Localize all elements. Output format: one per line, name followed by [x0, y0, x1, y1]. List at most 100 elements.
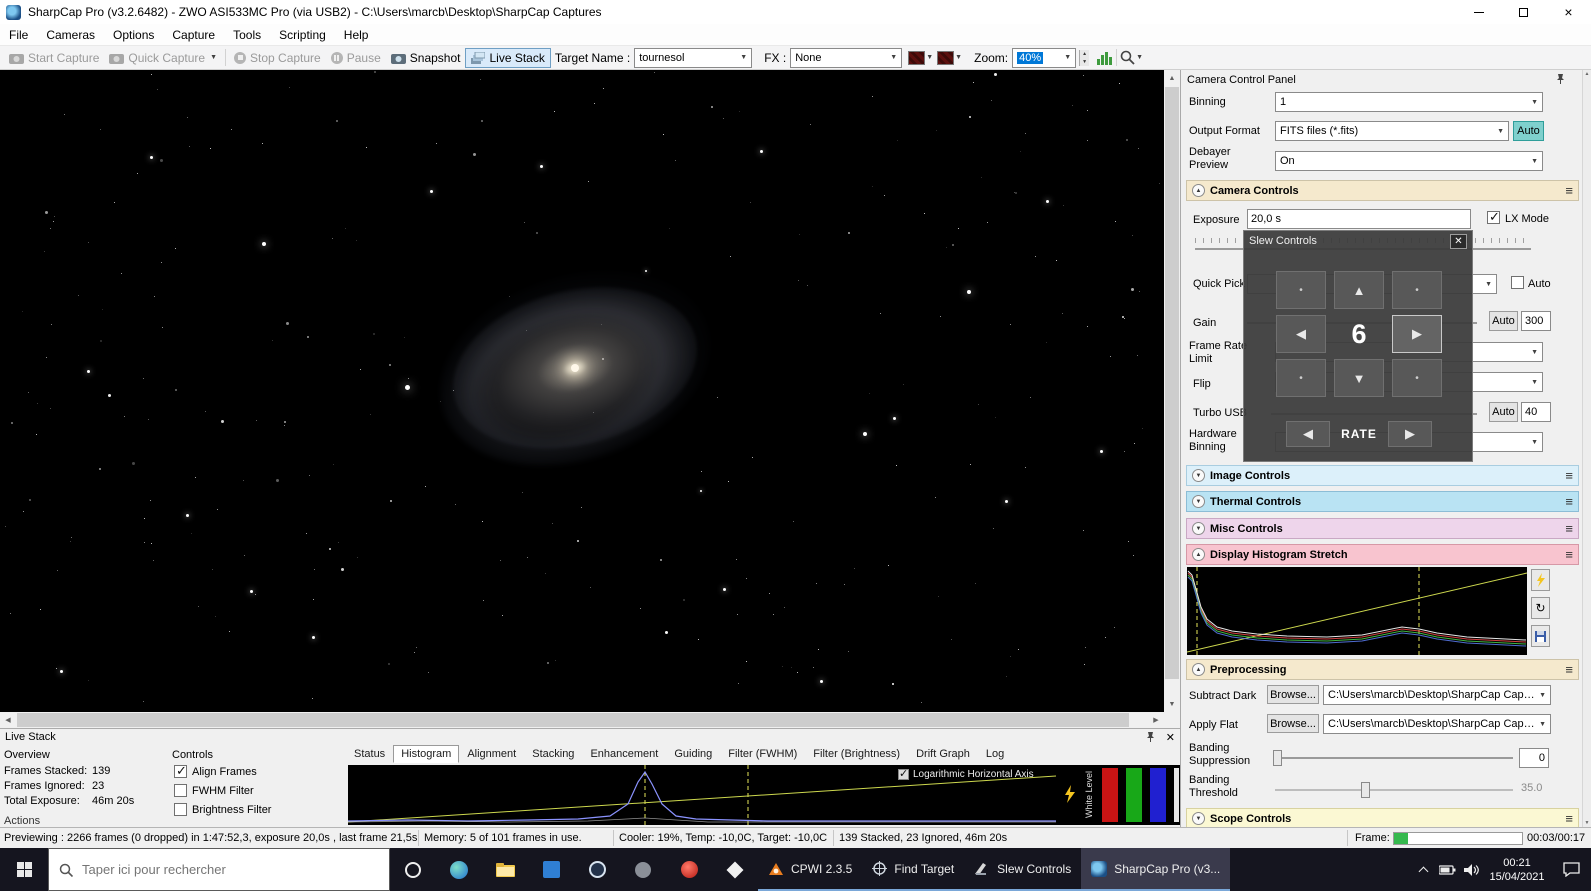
tab-alignment[interactable]: Alignment [459, 745, 524, 763]
output-format-combobox[interactable]: FITS files (*.fits) ▼ [1275, 121, 1509, 141]
scroll-left-icon[interactable]: ◀ [0, 712, 16, 728]
slew-right-button[interactable]: ▶ [1392, 315, 1442, 353]
subtract-dark-browse-button[interactable]: Browse... [1267, 685, 1319, 704]
taskbar-search[interactable] [48, 848, 390, 891]
section-image-controls[interactable]: ▼ Image Controls ≡ [1186, 465, 1579, 486]
pin-icon[interactable] [1555, 73, 1566, 85]
file-explorer-icon[interactable] [482, 848, 528, 891]
spinner-up-icon[interactable]: ▲ [1080, 49, 1090, 58]
tab-filter-fwhm[interactable]: Filter (FWHM) [720, 745, 805, 763]
display-histogram-plot[interactable] [1186, 567, 1528, 655]
banding-threshold-slider[interactable] [1275, 789, 1513, 791]
menu-help[interactable]: Help [335, 25, 378, 45]
section-menu-icon[interactable]: ≡ [1565, 811, 1573, 826]
scroll-down-icon[interactable]: ▼ [1583, 820, 1591, 826]
expand-icon[interactable]: ▼ [1192, 812, 1205, 825]
action-center-icon[interactable] [1551, 848, 1591, 891]
slew-down-button[interactable]: ▼ [1334, 359, 1384, 397]
vertical-scrollbar[interactable]: ▲ ▼ [1164, 70, 1180, 712]
search-input[interactable] [82, 862, 342, 877]
zoom-spinner[interactable]: ▲ ▼ [1079, 49, 1090, 66]
taskbar-app-slew-controls[interactable]: Slew Controls [964, 848, 1082, 891]
section-menu-icon[interactable]: ≡ [1565, 662, 1573, 677]
tab-stacking[interactable]: Stacking [524, 745, 582, 763]
menu-scripting[interactable]: Scripting [270, 25, 335, 45]
magnifier-icon[interactable] [1120, 50, 1135, 65]
tab-status[interactable]: Status [346, 745, 393, 763]
menu-cameras[interactable]: Cameras [37, 25, 104, 45]
section-menu-icon[interactable]: ≡ [1565, 183, 1573, 198]
horizontal-scrollbar[interactable]: ◀ ▶ [0, 712, 1164, 728]
target-name-combobox[interactable]: tournesol ▼ [634, 47, 753, 68]
cortana-icon[interactable] [390, 848, 436, 891]
auto-stretch-button[interactable] [1531, 569, 1550, 591]
section-misc-controls[interactable]: ▼ Misc Controls ≡ [1186, 518, 1579, 539]
menu-file[interactable]: File [0, 25, 37, 45]
exposure-input[interactable]: 20,0 s [1247, 209, 1471, 229]
expand-icon[interactable]: ▼ [1192, 522, 1205, 535]
start-button[interactable] [0, 848, 48, 891]
tab-histogram[interactable]: Histogram [393, 745, 460, 763]
maximize-button[interactable] [1501, 0, 1546, 24]
start-capture-button[interactable]: Start Capture [4, 49, 104, 67]
copyright-app-icon[interactable] [574, 848, 620, 891]
rate-increase-button[interactable]: ▶ [1388, 421, 1432, 447]
volume-icon[interactable] [1459, 848, 1483, 891]
vertical-scroll-thumb[interactable] [1165, 87, 1179, 679]
horizontal-scroll-thumb[interactable] [17, 713, 1129, 727]
lx-mode-checkbox[interactable] [1487, 209, 1500, 225]
gain-auto-button[interactable]: Auto [1489, 311, 1518, 331]
tab-log[interactable]: Log [978, 745, 1012, 763]
banding-threshold-thumb[interactable] [1361, 782, 1370, 798]
lightning-icon[interactable] [1064, 785, 1076, 803]
taskbar-app-find-target[interactable]: Find Target [862, 848, 965, 891]
chevron-down-icon[interactable]: ▼ [955, 54, 962, 61]
taskbar-app-sharpcap[interactable]: SharpCap Pro (v3... [1081, 848, 1231, 891]
stop-capture-button[interactable]: Stop Capture [229, 49, 326, 67]
tab-filter-brightness[interactable]: Filter (Brightness) [805, 745, 908, 763]
spinner-down-icon[interactable]: ▼ [1080, 57, 1090, 66]
log-axis-checkbox[interactable] [898, 767, 909, 780]
minimize-button[interactable] [1456, 0, 1501, 24]
quick-capture-button[interactable]: Quick Capture ▼ [104, 49, 222, 67]
histogram-toolbar-icon[interactable] [1097, 51, 1113, 65]
expand-icon[interactable]: ▼ [1192, 495, 1205, 508]
log-axis-checkbox-row[interactable]: Logarithmic Horizontal Axis [898, 767, 1034, 780]
scroll-up-icon[interactable]: ▲ [1164, 70, 1180, 86]
photos-app-icon[interactable] [528, 848, 574, 891]
apply-flat-path-combobox[interactable]: C:\Users\marcb\Desktop\SharpCap Capt... ▼ [1323, 714, 1551, 734]
chevron-down-icon[interactable]: ▼ [926, 54, 933, 61]
edge-icon[interactable] [436, 848, 482, 891]
save-stretch-button[interactable] [1531, 625, 1550, 647]
align-frames-checkbox[interactable] [174, 763, 187, 779]
collapse-icon[interactable]: ▲ [1192, 663, 1205, 676]
slew-close-button[interactable]: ✕ [1450, 233, 1467, 249]
apply-flat-browse-button[interactable]: Browse... [1267, 714, 1319, 733]
collapse-icon[interactable]: ▲ [1192, 184, 1205, 197]
live-stack-button[interactable]: Live Stack [465, 47, 551, 68]
section-menu-icon[interactable]: ≡ [1565, 468, 1573, 483]
banding-suppression-thumb[interactable] [1273, 750, 1282, 766]
section-preprocessing[interactable]: ▲ Preprocessing ≡ [1186, 659, 1579, 680]
banding-suppression-slider[interactable] [1275, 757, 1513, 759]
tray-chevron-up-icon[interactable] [1411, 848, 1435, 891]
taskbar-app-cpwi[interactable]: CPWI 2.3.5 [758, 848, 863, 891]
zoom-combobox[interactable]: 40% ▼ [1012, 47, 1077, 68]
slew-se-button[interactable]: • [1392, 359, 1442, 397]
slew-up-button[interactable]: ▲ [1334, 271, 1384, 309]
taskbar-clock[interactable]: 00:21 15/04/2021 [1483, 856, 1551, 884]
scroll-up-icon[interactable]: ▲ [1583, 71, 1591, 77]
pause-button[interactable]: Pause [326, 49, 386, 67]
quick-pick-auto-checkbox[interactable] [1511, 276, 1524, 289]
tab-drift-graph[interactable]: Drift Graph [908, 745, 978, 763]
flat-frame-swatch-button[interactable] [937, 50, 955, 65]
slew-nw-button[interactable]: • [1276, 271, 1326, 309]
gray-app-icon[interactable] [620, 848, 666, 891]
section-thermal-controls[interactable]: ▼ Thermal Controls ≡ [1186, 491, 1579, 512]
pin-icon[interactable] [1145, 731, 1156, 743]
menu-options[interactable]: Options [104, 25, 163, 45]
snapshot-button[interactable]: Snapshot [386, 49, 466, 67]
subtract-dark-path-combobox[interactable]: C:\Users\marcb\Desktop\SharpCap Capt... ▼ [1323, 685, 1551, 705]
binning-combobox[interactable]: 1 ▼ [1275, 92, 1543, 112]
star-app-icon[interactable] [712, 848, 758, 891]
